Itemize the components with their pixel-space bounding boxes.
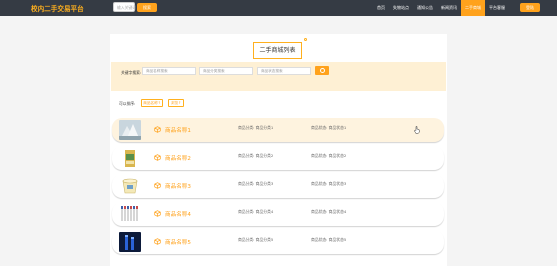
nav-home[interactable]: 首页 [373,0,389,16]
nav-notices[interactable]: 通知公告 [413,0,437,16]
product-status-search-input[interactable]: 商品状态搜索 [257,67,311,75]
product-image [119,204,141,224]
package-icon [154,154,161,161]
product-image [119,176,141,196]
page-title: 二手商城列表 [253,42,302,59]
product-image [119,232,141,252]
sort-by-name-button[interactable]: 商品名称↑ [141,99,163,107]
search-placeholder: 输入关键词 [117,5,136,10]
filter-search-button[interactable] [315,66,329,75]
package-icon [154,182,161,189]
product-status: 商品状态: 商品状态1 [311,125,347,130]
nav-lost-found[interactable]: 失物站点 [389,0,413,16]
site-logo[interactable]: 校内二手交易平台 [31,3,84,13]
sort-label: 可以排序: [119,101,136,106]
package-icon [154,238,161,245]
product-name-search-input[interactable]: 商品名称搜索 [142,67,196,75]
product-category: 商品分类: 商品分类1 [238,125,274,130]
hand-cursor-icon [414,126,420,134]
title-decoration [304,38,307,41]
product-status: 商品状态: 商品状态5 [311,237,347,242]
top-navigation-bar: 校内二手交易平台 输入关键词 搜索 首页 失物站点 通知公告 新闻资讯 二手商城… [0,0,557,16]
product-row[interactable]: 商品名称4 商品分类: 商品分类4 商品状态: 商品状态4 [112,202,444,226]
product-category: 商品分类: 商品分类3 [238,181,274,186]
main-nav: 首页 失物站点 通知公告 新闻资讯 二手商城 平台客服 [373,0,509,16]
product-row[interactable]: 商品名称3 商品分类: 商品分类3 商品状态: 商品状态3 [112,174,444,198]
product-name[interactable]: 商品名称5 [165,238,191,246]
product-status: 商品状态: 商品状态4 [311,209,347,214]
product-status: 商品状态: 商品状态2 [311,153,347,158]
product-row[interactable]: 商品名称1 商品分类: 商品分类1 商品状态: 商品状态1 [112,118,444,142]
product-name[interactable]: 商品名称1 [165,126,191,134]
product-category-search-input[interactable]: 商品分类搜索 [199,67,253,75]
product-image [119,148,141,168]
product-row[interactable]: 商品名称2 商品分类: 商品分类2 商品状态: 商品状态2 [112,146,444,170]
product-image [119,120,141,140]
product-category: 商品分类: 商品分类5 [238,237,274,242]
filter-bar: 关键字搜索: 商品名称搜索 商品分类搜索 商品状态搜索 [111,62,446,91]
product-category: 商品分类: 商品分类2 [238,153,274,158]
package-icon [154,126,161,133]
product-row[interactable]: 商品名称5 商品分类: 商品分类5 商品状态: 商品状态5 [112,230,444,254]
login-button[interactable]: 登陆 [520,3,540,12]
product-name[interactable]: 商品名称2 [165,154,191,162]
product-category: 商品分类: 商品分类4 [238,209,274,214]
nav-customer-service[interactable]: 平台客服 [485,0,509,16]
nav-news[interactable]: 新闻资讯 [437,0,461,16]
product-name[interactable]: 商品名称4 [165,210,191,218]
product-name[interactable]: 商品名称3 [165,182,191,190]
nav-second-hand-shop[interactable]: 二手商城 [461,0,485,16]
package-icon [154,210,161,217]
search-button[interactable]: 搜索 [137,3,157,12]
search-input[interactable]: 输入关键词 [113,2,136,12]
keyword-search-label: 关键字搜索: [121,70,142,75]
sort-by-views-button[interactable]: 浏览↑ [168,99,184,107]
product-status: 商品状态: 商品状态3 [311,181,347,186]
